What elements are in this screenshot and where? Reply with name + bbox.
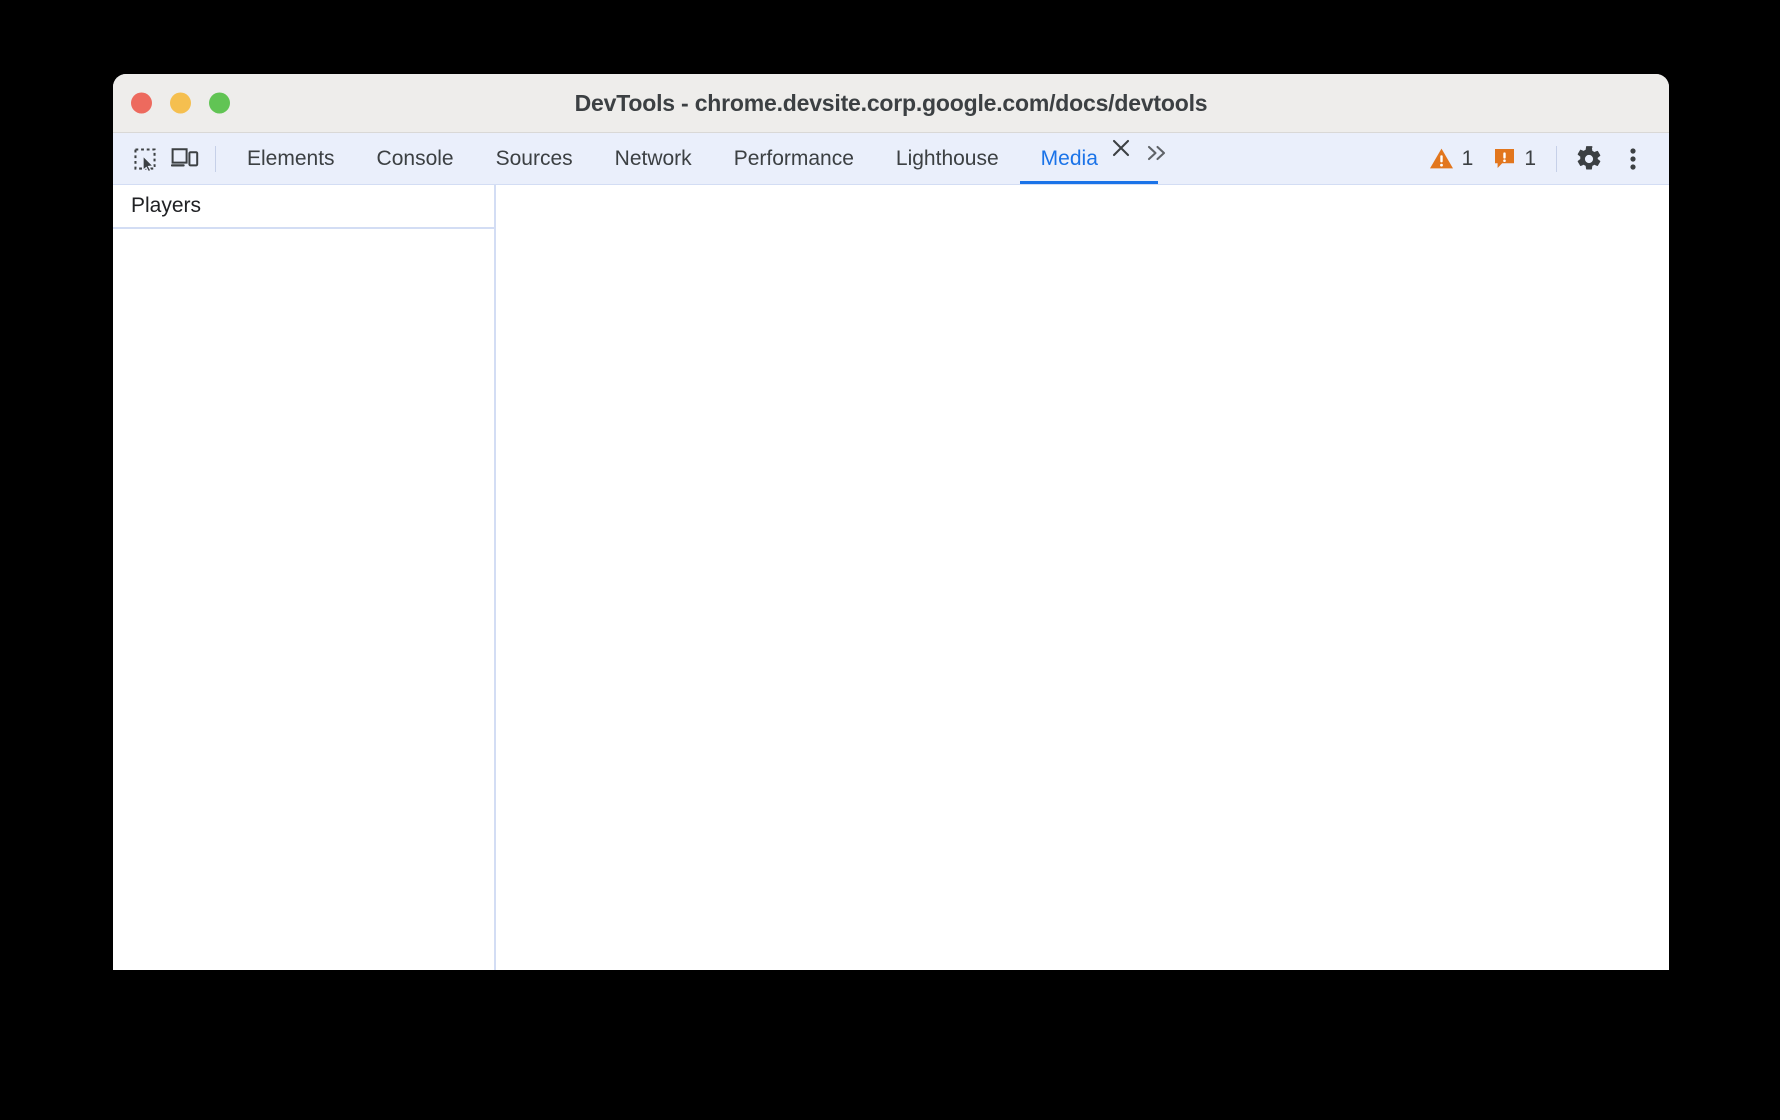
toolbar-divider-right — [1556, 145, 1557, 172]
toolbar-divider — [215, 145, 216, 172]
players-sidebar-title: Players — [113, 185, 494, 229]
media-panel: Players — [113, 185, 1669, 970]
kebab-menu-icon — [1622, 145, 1644, 173]
settings-button[interactable] — [1567, 137, 1611, 181]
screen-root: DevTools - chrome.devsite.corp.google.co… — [0, 0, 1780, 1120]
tab-network[interactable]: Network — [594, 133, 713, 184]
warnings-count: 1 — [1461, 146, 1474, 170]
devtools-toolbar: Elements Console Sources Network Perform… — [113, 133, 1669, 185]
issue-exclamation-icon — [1493, 147, 1516, 170]
warnings-counter[interactable]: 1 — [1419, 147, 1484, 171]
issues-count: 1 — [1524, 146, 1536, 170]
tab-sources[interactable]: Sources — [475, 133, 594, 184]
gear-icon — [1575, 145, 1603, 173]
window-title: DevTools - chrome.devsite.corp.google.co… — [574, 89, 1208, 116]
close-media-tab-button[interactable] — [1106, 133, 1136, 163]
maximize-window-button[interactable] — [209, 92, 230, 114]
more-panels-button[interactable] — [1138, 133, 1176, 173]
window-controls — [131, 92, 230, 114]
minimize-window-button[interactable] — [170, 92, 191, 114]
device-toolbar-icon — [171, 146, 199, 172]
players-list[interactable] — [113, 229, 494, 970]
inspect-element-icon — [132, 146, 158, 172]
tab-performance[interactable]: Performance — [713, 133, 875, 184]
toolbar-actions: 1 1 — [1419, 137, 1669, 181]
media-content-pane — [496, 185, 1669, 970]
close-window-button[interactable] — [131, 92, 152, 114]
chevron-double-right-icon — [1144, 142, 1170, 164]
window-titlebar: DevTools - chrome.devsite.corp.google.co… — [113, 74, 1669, 133]
tab-console[interactable]: Console — [356, 133, 475, 184]
players-sidebar: Players — [113, 185, 496, 970]
panel-tabs: Elements Console Sources Network Perform… — [226, 133, 1176, 184]
tab-elements[interactable]: Elements — [226, 133, 356, 184]
device-toolbar-button[interactable] — [165, 139, 205, 179]
more-options-button[interactable] — [1611, 137, 1655, 181]
close-icon — [1110, 137, 1132, 159]
warning-triangle-icon — [1429, 147, 1454, 170]
devtools-window: DevTools - chrome.devsite.corp.google.co… — [113, 74, 1669, 970]
inspect-element-button[interactable] — [125, 139, 165, 179]
issues-counter[interactable]: 1 — [1483, 147, 1546, 171]
tab-media[interactable]: Media — [1019, 133, 1159, 184]
tab-lighthouse[interactable]: Lighthouse — [875, 133, 1020, 184]
